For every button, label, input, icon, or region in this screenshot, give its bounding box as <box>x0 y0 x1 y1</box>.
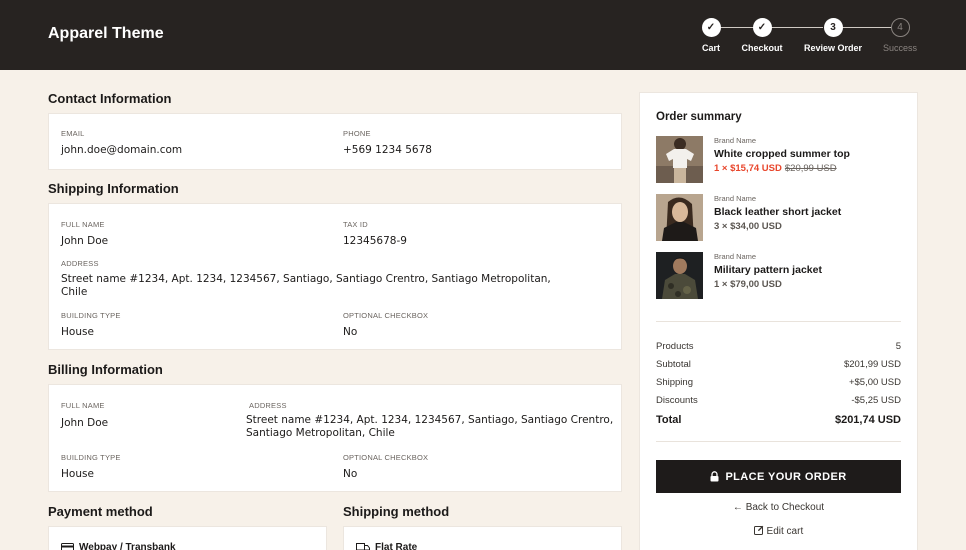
shipping-cost-row: Shipping +$5,00 USD <box>656 377 901 391</box>
check-icon: ✓ <box>752 18 772 37</box>
tax-id-label: TAX ID <box>343 220 368 229</box>
place-order-label: PLACE YOUR ORDER <box>725 470 847 483</box>
item-name: Black leather short jacket <box>714 206 842 218</box>
discounts-row: Discounts -$5,25 USD <box>656 395 901 409</box>
order-summary-panel: Order summary Brand Name White cropped s… <box>639 92 918 550</box>
checkout-progress-steps: ✓ Cart ✓ Checkout 3 Review Order 4 Succe… <box>700 18 924 58</box>
shipping-value: +$5,00 USD <box>848 377 901 388</box>
address-line-2: Chile <box>61 286 88 298</box>
item-name: Military pattern jacket <box>714 264 822 276</box>
address-label: ADDRESS <box>249 401 287 410</box>
cart-item[interactable]: Brand Name Military pattern jacket 1 × $… <box>656 252 906 300</box>
step-number: 3 <box>823 18 843 37</box>
product-image <box>656 252 703 299</box>
item-brand: Brand Name <box>714 136 757 145</box>
place-order-button[interactable]: PLACE YOUR ORDER <box>656 460 901 493</box>
phone-label: PHONE <box>343 129 371 138</box>
address-label: ADDRESS <box>61 259 99 268</box>
back-to-checkout-label: Back to Checkout <box>745 502 825 513</box>
optional-checkbox-value: No <box>343 326 358 338</box>
address-line-1: Street name #1234, Apt. 1234, 1234567, S… <box>61 273 551 285</box>
item-price: 1 × $79,00 USD <box>714 279 782 290</box>
order-summary-title: Order summary <box>656 111 742 123</box>
payment-option-label: Webpay / Transbank <box>79 542 176 550</box>
brand-logo[interactable]: Apparel Theme <box>48 25 164 43</box>
shipping-info-card: FULL NAME John Doe TAX ID 12345678-9 ADD… <box>48 203 622 350</box>
shipping-method-title: Shipping method <box>343 504 450 519</box>
item-price: 3 × $34,00 USD <box>714 221 782 232</box>
item-old-price: $20,99 USD <box>784 163 837 174</box>
contact-card: EMAIL john.doe@domain.com PHONE +569 123… <box>48 113 622 170</box>
step-success: 4 Success <box>868 18 932 53</box>
step-label: Success <box>882 43 917 53</box>
address-line-1: Street name #1234, Apt. 1234, 1234567, S… <box>246 414 614 426</box>
tax-id-value: 12345678-9 <box>343 235 407 247</box>
contact-section-title: Contact Information <box>48 91 172 106</box>
product-image <box>656 136 703 183</box>
building-type-value: House <box>61 468 94 480</box>
top-navigation-bar: Apparel Theme ✓ Cart ✓ Checkout 3 Review… <box>0 0 966 70</box>
edit-icon <box>753 525 764 535</box>
payment-option[interactable]: Webpay / Transbank <box>61 542 176 550</box>
phone-value: +569 1234 5678 <box>343 144 432 156</box>
discounts-value: -$5,25 USD <box>851 395 901 406</box>
subtotal-value: $201,99 USD <box>843 359 901 370</box>
shipping-method-card: Flat Rate <box>343 526 622 550</box>
step-checkout[interactable]: ✓ Checkout <box>730 18 794 53</box>
shipping-option[interactable]: Flat Rate <box>356 542 417 550</box>
discounts-label: Discounts <box>656 395 698 406</box>
building-type-label: BUILDING TYPE <box>61 453 121 462</box>
billing-info-card: FULL NAME John Doe ADDRESS Street name #… <box>48 384 622 492</box>
truck-icon <box>356 542 370 550</box>
products-value: 5 <box>895 341 901 352</box>
full-name-label: FULL NAME <box>61 220 105 229</box>
subtotal-row: Subtotal $201,99 USD <box>656 359 901 373</box>
cart-item[interactable]: Brand Name Black leather short jacket 3 … <box>656 194 906 242</box>
item-brand: Brand Name <box>714 194 757 203</box>
lock-icon <box>710 471 719 482</box>
edit-cart-label: Edit cart <box>766 526 804 537</box>
divider <box>656 321 901 322</box>
item-sale-price: 1 × $15,74 USD <box>714 163 782 174</box>
products-label: Products <box>656 341 694 352</box>
address-line-2: Santiago Metropolitan, Chile <box>246 427 395 439</box>
building-type-value: House <box>61 326 94 338</box>
full-name-value: John Doe <box>61 417 109 429</box>
credit-card-icon <box>61 542 74 550</box>
total-row: Total $201,74 USD <box>656 414 901 428</box>
payment-method-title: Payment method <box>48 504 153 519</box>
step-label: Review Order <box>803 43 863 53</box>
item-price: 1 × $15,74 USD $20,99 USD <box>714 163 837 174</box>
payment-method-card: Webpay / Transbank <box>48 526 327 550</box>
back-to-checkout-link[interactable]: ← Back to Checkout <box>656 502 901 513</box>
shipping-option-label: Flat Rate <box>375 542 418 550</box>
item-brand: Brand Name <box>714 252 757 261</box>
total-label: Total <box>656 414 682 426</box>
step-number: 4 <box>890 18 910 37</box>
cart-item[interactable]: Brand Name White cropped summer top 1 × … <box>656 136 906 184</box>
check-icon: ✓ <box>701 18 721 37</box>
email-value: john.doe@domain.com <box>61 144 183 156</box>
total-value: $201,74 USD <box>834 414 901 426</box>
subtotal-label: Subtotal <box>656 359 691 370</box>
full-name-label: FULL NAME <box>61 401 105 410</box>
full-name-value: John Doe <box>61 235 109 247</box>
products-count-row: Products 5 <box>656 341 901 355</box>
step-review-order: 3 Review Order <box>801 18 865 53</box>
optional-checkbox-label: OPTIONAL CHECKBOX <box>343 311 429 320</box>
billing-section-title: Billing Information <box>48 362 163 377</box>
shipping-label: Shipping <box>656 377 693 388</box>
divider <box>656 441 901 442</box>
optional-checkbox-value: No <box>343 468 358 480</box>
email-label: EMAIL <box>61 129 85 138</box>
building-type-label: BUILDING TYPE <box>61 311 121 320</box>
product-image <box>656 194 703 241</box>
shipping-section-title: Shipping Information <box>48 181 179 196</box>
step-label: Checkout <box>741 43 783 53</box>
optional-checkbox-label: OPTIONAL CHECKBOX <box>343 453 429 462</box>
arrow-left-icon: ← <box>732 502 743 513</box>
item-name: White cropped summer top <box>714 148 850 160</box>
edit-cart-link[interactable]: Edit cart <box>656 525 901 537</box>
